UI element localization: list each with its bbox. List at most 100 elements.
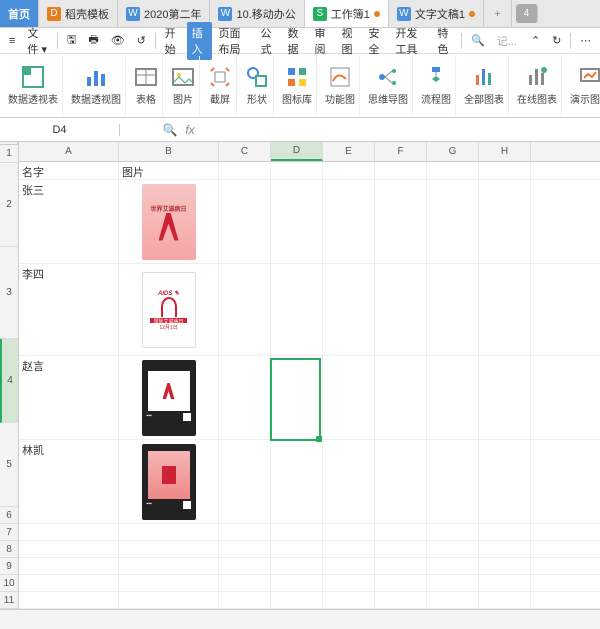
ribbon-screenshot[interactable]: 截屏 <box>204 56 237 115</box>
row-header-6[interactable]: 6 <box>0 507 18 524</box>
cell-G8[interactable] <box>427 558 479 575</box>
undo-icon[interactable]: ↺ <box>132 31 151 50</box>
row-header-10[interactable]: 10 <box>0 575 18 592</box>
ribbon-presentcharts[interactable]: 演示图表 <box>566 56 600 115</box>
cell-D5[interactable] <box>271 440 323 524</box>
cell-E9[interactable] <box>323 575 375 592</box>
ribbon-tab-review[interactable]: 审阅 <box>309 22 334 60</box>
cell-E4[interactable] <box>323 356 375 440</box>
cell-G4[interactable] <box>427 356 479 440</box>
ribbon-tab-layout[interactable]: 页面布局 <box>214 22 254 60</box>
cell-F6[interactable] <box>375 524 427 541</box>
ribbon-tab-devtools[interactable]: 开发工具 <box>390 22 430 60</box>
cell-B8[interactable] <box>119 558 219 575</box>
cell-F4[interactable] <box>375 356 427 440</box>
name-box[interactable]: D4 <box>0 124 120 136</box>
cell-E10[interactable] <box>323 592 375 609</box>
menu-hamburger-icon[interactable]: ≡ <box>4 32 20 50</box>
cell-F8[interactable] <box>375 558 427 575</box>
row-header-7[interactable]: 7 <box>0 524 18 541</box>
ribbon-pivottable[interactable]: 数据透视表 <box>4 56 63 115</box>
cell-G6[interactable] <box>427 524 479 541</box>
col-header-E[interactable]: E <box>323 142 375 161</box>
row-header-11[interactable]: 11 <box>0 592 18 609</box>
cell-F9[interactable] <box>375 575 427 592</box>
cell-G9[interactable] <box>427 575 479 592</box>
menu-file[interactable]: 文件 ▾ <box>22 22 53 60</box>
ribbon-iconlib[interactable]: 图标库 <box>278 56 317 115</box>
cells-area[interactable]: 名字图片张三世界艾滋病日李四AIDS ✎国际艾滋病日12月1日赵言▪▪▪林凯▪▪… <box>19 162 600 609</box>
cell-E1[interactable] <box>323 162 375 180</box>
row-header-1[interactable]: 1 <box>0 145 18 163</box>
search-input[interactable]: 记... <box>492 30 522 52</box>
ribbon-tab-special[interactable]: 特色 <box>432 22 457 60</box>
cell-D7[interactable] <box>271 541 323 558</box>
ribbon-tab-security[interactable]: 安全 <box>363 22 388 60</box>
ribbon-tab-start[interactable]: 开始 <box>160 22 185 60</box>
cell-F5[interactable] <box>375 440 427 524</box>
cell-H7[interactable] <box>479 541 531 558</box>
redo-icon[interactable]: ↻ <box>547 31 566 50</box>
cell-D2[interactable] <box>271 180 323 264</box>
more-icon[interactable]: ⋯ <box>575 31 596 50</box>
cell-B9[interactable] <box>119 575 219 592</box>
cell-C5[interactable] <box>219 440 271 524</box>
cell-B5[interactable]: ▪▪▪ <box>119 440 219 524</box>
cell-C3[interactable] <box>219 264 271 356</box>
cell-C4[interactable] <box>219 356 271 440</box>
ribbon-shapes[interactable]: 形状 <box>241 56 274 115</box>
cell-A4[interactable]: 赵言 <box>19 356 119 440</box>
col-header-D[interactable]: D <box>271 142 323 161</box>
cell-G5[interactable] <box>427 440 479 524</box>
cell-C7[interactable] <box>219 541 271 558</box>
cell-G3[interactable] <box>427 264 479 356</box>
col-header-H[interactable]: H <box>479 142 531 161</box>
cell-B4[interactable]: ▪▪▪ <box>119 356 219 440</box>
cell-E6[interactable] <box>323 524 375 541</box>
row-header-9[interactable]: 9 <box>0 558 18 575</box>
cell-F10[interactable] <box>375 592 427 609</box>
cell-G2[interactable] <box>427 180 479 264</box>
cell-D10[interactable] <box>271 592 323 609</box>
cell-F1[interactable] <box>375 162 427 180</box>
cell-B6[interactable] <box>119 524 219 541</box>
ribbon-mindmap[interactable]: 思维导图 <box>364 56 413 115</box>
cell-G1[interactable] <box>427 162 479 180</box>
ribbon-tab-insert[interactable]: 插入 <box>187 22 212 60</box>
col-header-A[interactable]: A <box>19 142 119 161</box>
row-header-8[interactable]: 8 <box>0 541 18 558</box>
cell-F2[interactable] <box>375 180 427 264</box>
col-header-C[interactable]: C <box>219 142 271 161</box>
cell-H9[interactable] <box>479 575 531 592</box>
new-tab-button[interactable]: + <box>484 0 512 27</box>
cell-B7[interactable] <box>119 541 219 558</box>
print-icon[interactable]: 🖶 <box>83 28 103 53</box>
fx-icon[interactable]: fx <box>180 123 200 137</box>
cell-H4[interactable] <box>479 356 531 440</box>
col-header-B[interactable]: B <box>119 142 219 161</box>
cell-A8[interactable] <box>19 558 119 575</box>
cell-A5[interactable]: 林凯 <box>19 440 119 524</box>
cell-C2[interactable] <box>219 180 271 264</box>
col-header-G[interactable]: G <box>427 142 479 161</box>
cell-A7[interactable] <box>19 541 119 558</box>
ribbon-flowchart[interactable]: 流程图 <box>417 56 456 115</box>
cell-H3[interactable] <box>479 264 531 356</box>
cell-A10[interactable] <box>19 592 119 609</box>
ribbon-tab-view[interactable]: 视图 <box>336 22 361 60</box>
ribbon-table[interactable]: 表格 <box>130 56 163 115</box>
cell-A2[interactable]: 张三 <box>19 180 119 264</box>
cell-E2[interactable] <box>323 180 375 264</box>
cell-E8[interactable] <box>323 558 375 575</box>
ribbon-onlinecharts[interactable]: 在线图表 <box>513 56 562 115</box>
cell-H1[interactable] <box>479 162 531 180</box>
cell-C8[interactable] <box>219 558 271 575</box>
cell-H8[interactable] <box>479 558 531 575</box>
row-header-5[interactable]: 5 <box>0 423 18 507</box>
cell-D3[interactable] <box>271 264 323 356</box>
save-icon[interactable]: 🖫 <box>62 28 81 53</box>
cell-B1[interactable]: 图片 <box>119 162 219 180</box>
cell-A9[interactable] <box>19 575 119 592</box>
cell-H10[interactable] <box>479 592 531 609</box>
cell-B10[interactable] <box>119 592 219 609</box>
